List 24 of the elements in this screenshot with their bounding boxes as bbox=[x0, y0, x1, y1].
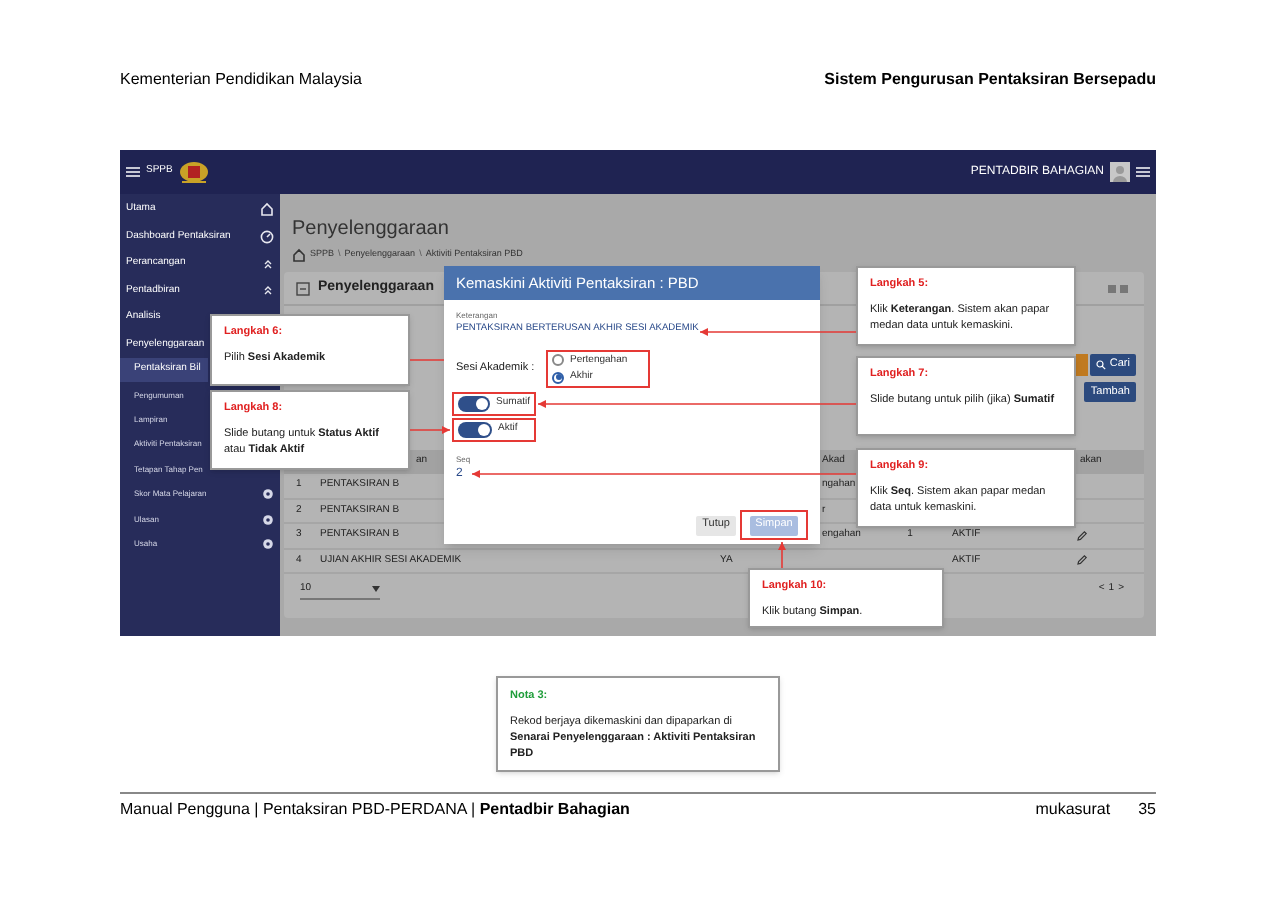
home-icon bbox=[292, 247, 306, 261]
toggle-switch[interactable] bbox=[458, 396, 491, 412]
menu-icon bbox=[126, 166, 140, 178]
avatar-icon bbox=[1110, 162, 1130, 182]
panel-icon bbox=[296, 281, 310, 295]
radio-button[interactable] bbox=[552, 354, 564, 367]
page-header-system: Sistem Pengurusan Pentaksiran Bersepadu bbox=[824, 68, 1156, 92]
emblem-icon bbox=[178, 160, 211, 184]
chevrons-up-icon bbox=[262, 284, 274, 297]
toggle-switch[interactable] bbox=[458, 422, 492, 438]
footer-title: Manual Pengguna | Pentaksiran PBD-PERDANA | Pentadbir Bahagian bbox=[120, 798, 630, 822]
page-title: Penyelenggaraan bbox=[292, 215, 449, 243]
panel-controls-icon bbox=[1108, 283, 1132, 293]
menu-icon[interactable] bbox=[1136, 166, 1150, 178]
chevrons-up-icon bbox=[262, 257, 274, 270]
page-header-title: Kementerian Pendidikan Malaysia bbox=[120, 68, 362, 92]
caret-icon bbox=[372, 586, 380, 592]
page-label: mukasurat bbox=[1035, 798, 1111, 822]
leader-line bbox=[409, 359, 445, 361]
home-icon bbox=[260, 202, 274, 217]
page-number: 35 bbox=[1138, 798, 1156, 822]
search-icon bbox=[1095, 360, 1106, 370]
radio-button[interactable] bbox=[552, 371, 564, 384]
gauge-icon bbox=[260, 229, 274, 244]
